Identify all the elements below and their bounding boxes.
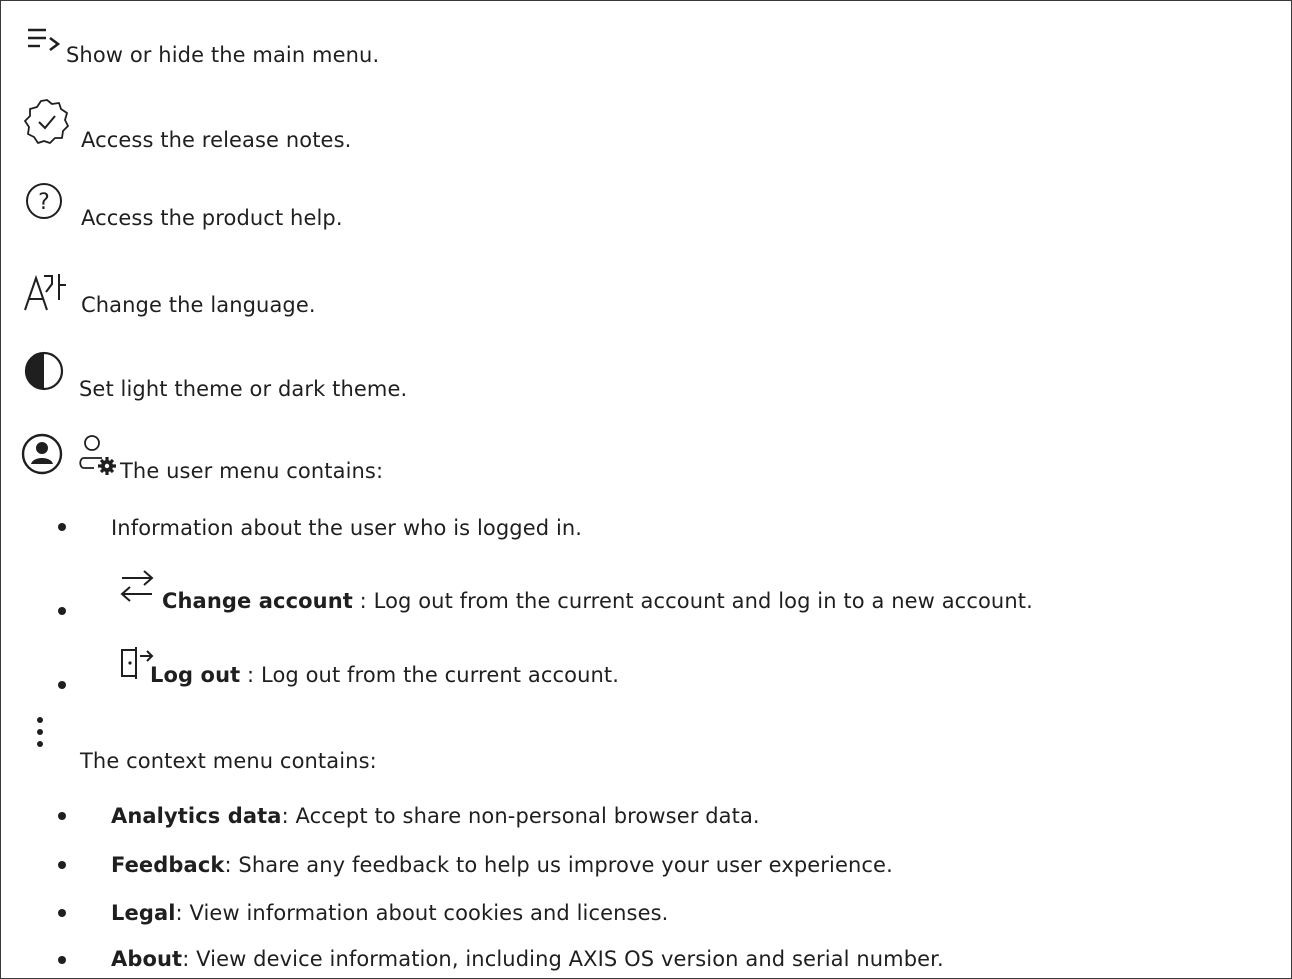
theme-icon xyxy=(22,350,70,396)
bullet xyxy=(58,681,66,689)
bullet xyxy=(58,523,66,531)
user-info-text: Information about the user who is logged… xyxy=(111,516,583,540)
feedback-desc: : Share any feedback to help us improve … xyxy=(224,853,893,877)
change-account-title: Change account xyxy=(162,589,353,613)
theme-row: Set light theme or dark theme. xyxy=(22,350,407,402)
change-account-item: Change account : Log out from the curren… xyxy=(118,566,1033,614)
analytics-desc: : Accept to share non-personal browser d… xyxy=(281,804,760,828)
more-vertical-icon xyxy=(34,715,48,751)
language-text: Change the language. xyxy=(81,293,316,317)
menu-toggle-icon xyxy=(26,26,70,58)
release-notes-icon xyxy=(22,97,72,147)
log-out-desc: : Log out from the current account. xyxy=(240,663,620,687)
user-info-item: Information about the user who is logged… xyxy=(111,515,582,541)
feedback-title: Feedback xyxy=(111,853,225,877)
user-avatar-icon xyxy=(20,432,66,478)
bullet xyxy=(58,861,66,869)
product-help-text: Access the product help. xyxy=(81,206,343,230)
main-menu-row: Show or hide the main menu. xyxy=(26,26,379,68)
legal-desc: : View information about cookies and lic… xyxy=(175,901,669,925)
user-menu-row: The user menu contains: xyxy=(20,432,383,490)
change-account-desc: : Log out from the current account and l… xyxy=(352,589,1033,613)
analytics-item: Analytics data: Accept to share non-pers… xyxy=(111,803,760,829)
product-help-row: ? Access the product help. xyxy=(22,181,343,231)
user-menu-text: The user menu contains: xyxy=(120,459,384,483)
theme-text: Set light theme or dark theme. xyxy=(79,377,408,401)
bullet xyxy=(58,909,66,917)
about-desc: : View device information, including AXI… xyxy=(182,947,944,971)
bullet xyxy=(58,607,66,615)
about-title: About xyxy=(111,947,183,971)
context-menu-text: The context menu contains: xyxy=(80,749,377,773)
user-settings-icon xyxy=(76,434,122,480)
about-item: About: View device information, includin… xyxy=(111,946,944,972)
release-notes-text: Access the release notes. xyxy=(81,128,352,152)
bullet xyxy=(58,956,66,964)
log-out-title: Log out xyxy=(150,663,241,687)
language-icon xyxy=(22,264,72,314)
log-out-item: Log out : Log out from the current accou… xyxy=(118,644,619,688)
analytics-title: Analytics data xyxy=(111,804,282,828)
feedback-item: Feedback: Share any feedback to help us … xyxy=(111,852,893,878)
main-menu-text: Show or hide the main menu. xyxy=(66,43,380,67)
context-menu-row: The context menu contains: xyxy=(34,715,377,773)
language-row: Change the language. xyxy=(22,264,316,318)
bullet xyxy=(58,812,66,820)
legal-title: Legal xyxy=(111,901,176,925)
svg-text:?: ? xyxy=(38,190,50,215)
change-account-icon xyxy=(118,566,158,606)
legal-item: Legal: View information about cookies an… xyxy=(111,900,668,926)
help-icon: ? xyxy=(22,181,68,227)
release-notes-row: Access the release notes. xyxy=(22,97,351,153)
